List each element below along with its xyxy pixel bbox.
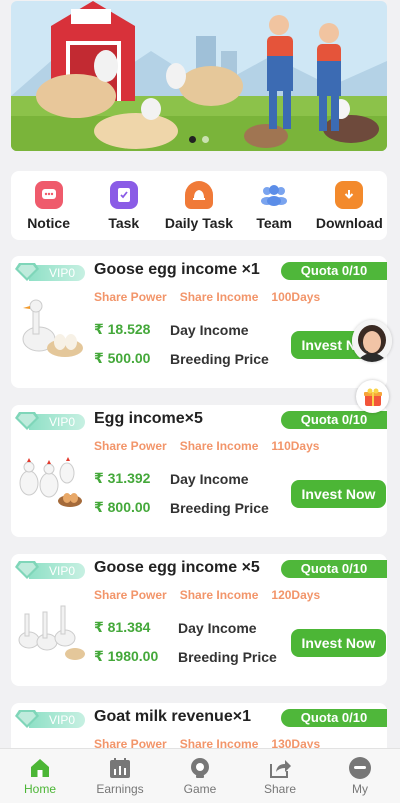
vip-badge: VIP0 <box>15 709 85 729</box>
share-power-tag: Share Power <box>94 588 167 602</box>
product-title: Goat milk revenue×1 <box>94 708 251 725</box>
product-card[interactable]: VIP0 Egg income×5 Quota 0/10 Share Power… <box>11 405 387 537</box>
my-icon <box>349 757 371 779</box>
earnings-icon <box>110 758 130 778</box>
product-title: Goose egg income ×5 <box>94 559 260 576</box>
carousel-dots[interactable] <box>11 136 387 143</box>
product-tags: Share Power Share Income 100Days <box>94 290 320 304</box>
customer-support-button[interactable] <box>352 320 392 362</box>
product-tags: Share Power Share Income 110Days <box>94 439 319 453</box>
share-income-tag: Share Income <box>179 439 259 453</box>
nav-game[interactable]: Game <box>165 756 235 796</box>
home-icon <box>31 759 49 777</box>
price-label: Breeding Price <box>170 350 269 367</box>
nav-label: My <box>352 782 368 796</box>
nav-label: Game <box>183 782 217 796</box>
nav-earnings[interactable]: Earnings <box>85 756 155 796</box>
quota-badge: Quota 0/10 <box>281 560 387 578</box>
quota-badge: Quota 0/10 <box>281 262 387 280</box>
gift-icon <box>363 388 382 406</box>
farm-illustration <box>11 1 387 151</box>
diamond-icon <box>15 710 39 728</box>
menu-label: Team <box>256 214 292 231</box>
diamond-icon <box>15 412 39 430</box>
download-icon <box>335 180 364 209</box>
menu-item-daily-task[interactable]: Daily Task <box>161 180 236 231</box>
quota-badge: Quota 0/10 <box>281 411 387 429</box>
geese-image <box>18 605 85 660</box>
carousel-dot[interactable] <box>189 136 196 143</box>
quota-badge: Quota 0/10 <box>281 709 387 727</box>
diamond-icon <box>15 561 39 579</box>
day-income-row: ₹ 81.384 Day Income <box>94 619 257 636</box>
invest-now-button[interactable]: Invest Now <box>291 629 386 657</box>
quick-menu: Notice Task Daily Task Team Download <box>11 171 387 240</box>
daily-task-icon <box>184 180 213 209</box>
product-title: Goose egg income ×1 <box>94 261 260 278</box>
day-income-value: ₹ 81.384 <box>94 619 151 635</box>
farm-banner[interactable] <box>11 1 387 151</box>
price-row: ₹ 1980.00 Breeding Price <box>94 648 277 665</box>
share-income-tag: Share Income <box>179 588 259 602</box>
menu-item-notice[interactable]: Notice <box>11 180 86 231</box>
goose-egg-image <box>22 299 83 357</box>
diamond-icon <box>15 263 39 281</box>
nav-my[interactable]: My <box>325 756 395 796</box>
day-income-value: ₹ 31.392 <box>94 470 151 486</box>
product-card[interactable]: VIP0 Goose egg income ×1 Quota 0/10 Shar… <box>11 256 387 388</box>
menu-label: Task <box>108 214 140 231</box>
price-label: Breeding Price <box>170 499 269 516</box>
share-power-tag: Share Power <box>94 290 167 304</box>
product-tags: Share Power Share Income 120Days <box>94 588 320 602</box>
game-icon <box>191 758 209 778</box>
menu-item-task[interactable]: Task <box>86 180 161 231</box>
vip-badge: VIP0 <box>15 560 85 580</box>
price-value: ₹ 500.00 <box>94 350 151 366</box>
nav-label: Share <box>263 782 297 796</box>
share-icon <box>270 760 291 778</box>
menu-label: Download <box>315 214 383 231</box>
nav-label: Earnings <box>96 782 144 796</box>
menu-label: Daily Task <box>164 214 234 231</box>
price-value: ₹ 800.00 <box>94 499 151 515</box>
chicken-egg-image <box>19 457 82 507</box>
nav-share[interactable]: Share <box>245 756 315 796</box>
team-icon <box>260 181 288 209</box>
product-card[interactable]: VIP0 Goose egg income ×5 Quota 0/10 Shar… <box>11 554 387 686</box>
task-icon <box>109 180 138 209</box>
day-income-label: Day Income <box>170 470 249 487</box>
day-income-value: ₹ 18.528 <box>94 321 151 337</box>
day-income-label: Day Income <box>178 619 257 636</box>
day-income-row: ₹ 18.528 Day Income <box>94 321 249 338</box>
product-title: Egg income×5 <box>94 410 203 427</box>
nav-home[interactable]: Home <box>5 756 75 796</box>
menu-item-download[interactable]: Download <box>312 180 387 231</box>
vip-badge: VIP0 <box>15 411 85 431</box>
menu-item-team[interactable]: Team <box>237 181 312 231</box>
price-value: ₹ 1980.00 <box>94 648 159 664</box>
day-income-label: Day Income <box>170 321 249 338</box>
duration-tag: 100Days <box>271 290 321 304</box>
notice-icon <box>34 180 63 209</box>
bottom-nav: Home Earnings Game Share My <box>0 748 400 803</box>
carousel-dot[interactable] <box>202 136 209 143</box>
invest-now-button[interactable]: Invest Now <box>291 480 386 508</box>
nav-label: Home <box>23 782 56 796</box>
day-income-row: ₹ 31.392 Day Income <box>94 470 249 487</box>
menu-label: Notice <box>27 214 70 231</box>
share-power-tag: Share Power <box>94 439 167 453</box>
price-row: ₹ 800.00 Breeding Price <box>94 499 269 516</box>
duration-tag: 110Days <box>271 439 320 453</box>
gift-button[interactable] <box>356 380 389 413</box>
share-income-tag: Share Income <box>179 290 259 304</box>
support-agent-icon <box>352 320 392 362</box>
price-label: Breeding Price <box>178 648 277 665</box>
vip-badge: VIP0 <box>15 262 85 282</box>
price-row: ₹ 500.00 Breeding Price <box>94 350 269 367</box>
duration-tag: 120Days <box>271 588 321 602</box>
